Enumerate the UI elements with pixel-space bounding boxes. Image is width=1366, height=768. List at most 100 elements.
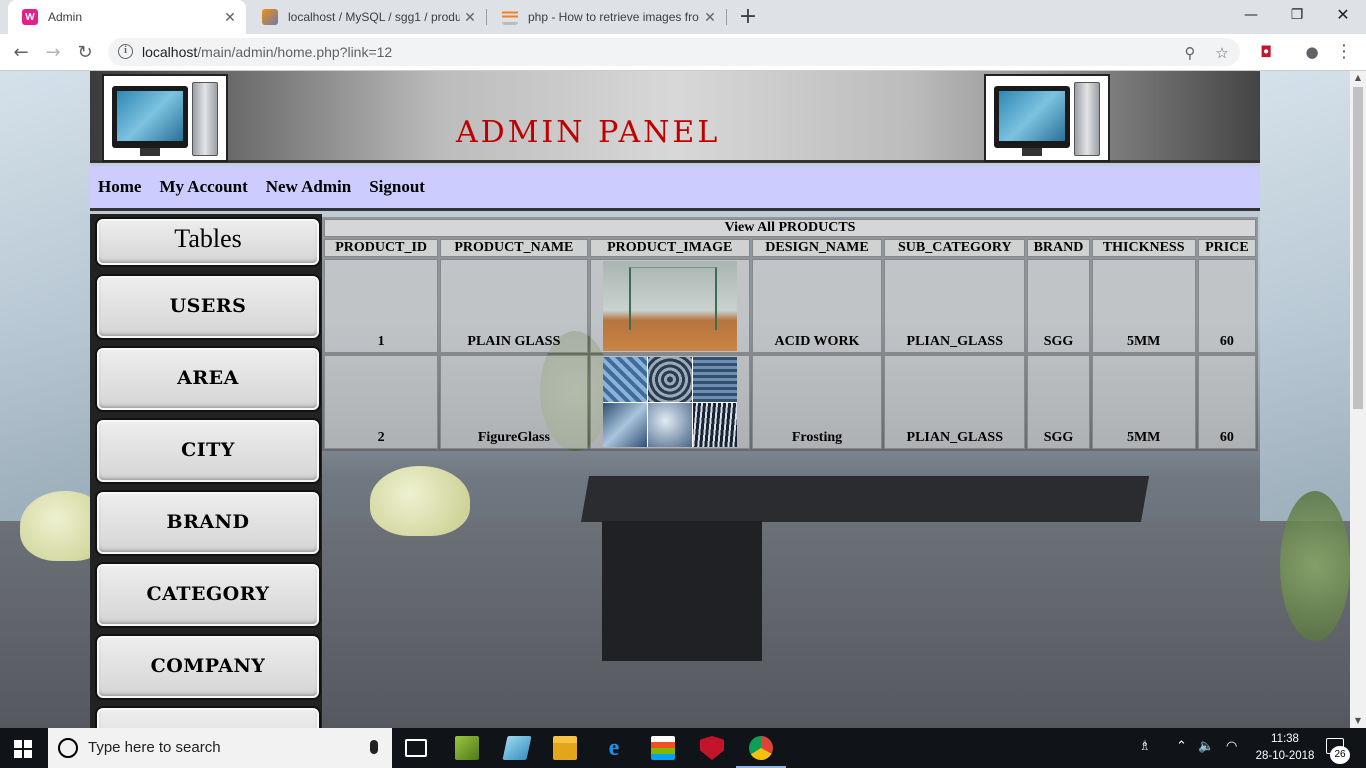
sidebar: Tables USERS AREA CITY BRAND CATEGORY CO… <box>90 214 322 728</box>
nav-my-account-link[interactable]: My Account <box>159 177 247 197</box>
cortana-icon <box>58 738 78 758</box>
tab-admin[interactable]: W Admin ✕ <box>8 0 246 34</box>
clock-date: 28-10-2018 <box>1255 750 1315 762</box>
notepadpp-icon[interactable] <box>455 736 479 760</box>
page-scrollbar[interactable]: ▲ ▼ <box>1350 71 1366 728</box>
nav-signout-link[interactable]: Signout <box>369 177 425 197</box>
scroll-up-arrow-icon[interactable]: ▲ <box>1350 71 1366 85</box>
nav-home-link[interactable]: Home <box>98 177 141 197</box>
column-header: DESIGN_NAME <box>751 239 883 257</box>
system-clock[interactable]: 11:38 28-10-2018 <box>1252 731 1318 765</box>
taskbar-search[interactable]: Type here to search <box>48 728 392 768</box>
column-header: SUB_CATEGORY <box>884 239 1026 257</box>
background-desk-cabinet <box>602 521 762 661</box>
computer-logo-icon <box>102 74 228 162</box>
tab-title: Admin <box>48 10 83 24</box>
column-header: THICKNESS <box>1091 239 1196 257</box>
close-window-button[interactable]: ✕ <box>1320 0 1366 30</box>
task-view-icon[interactable] <box>405 739 427 757</box>
plain-glass-image <box>602 261 737 351</box>
tray-chevron-icon[interactable]: ⌃ <box>1176 738 1187 754</box>
page-viewport: ADMIN PANEL Home My Account New Admin Si… <box>0 71 1350 728</box>
scroll-down-arrow-icon[interactable]: ▼ <box>1350 714 1366 728</box>
background-window <box>0 71 90 531</box>
tab-title: localhost / MySQL / sgg1 / produ <box>288 10 460 24</box>
site-info-icon[interactable]: i <box>118 44 133 59</box>
wamp-favicon-icon: W <box>22 9 38 25</box>
tab-title: php - How to retrieve images fro <box>528 10 699 24</box>
sidebar-item-category[interactable]: CATEGORY <box>95 562 321 628</box>
address-url[interactable]: localhost/main/admin/home.php?link=12 <box>142 44 392 60</box>
cell-thickness: 5MM <box>1091 355 1196 449</box>
column-header: PRODUCT_NAME <box>440 239 588 257</box>
microphone-icon[interactable] <box>370 740 378 754</box>
tab-close-icon[interactable]: ✕ <box>460 9 480 26</box>
sidebar-item-area[interactable]: AREA <box>95 346 321 412</box>
chrome-icon[interactable] <box>736 736 786 768</box>
nav-new-admin-link[interactable]: New Admin <box>266 177 351 197</box>
column-header: PRICE <box>1197 239 1256 257</box>
bookmark-star-icon[interactable]: ☆ <box>1212 43 1232 63</box>
table-row: 2 FigureGlass Frosting PLIAN_GLASS SGG 5… <box>324 355 1256 449</box>
cell-thickness: 5MM <box>1091 259 1196 353</box>
background-chair <box>370 466 470 536</box>
url-host: localhost <box>142 44 198 60</box>
cell-sub-category: PLIAN_GLASS <box>884 355 1026 449</box>
sidebar-item-users[interactable]: USERS <box>95 274 321 340</box>
menu-icon[interactable]: ⋮ <box>1334 42 1354 62</box>
notification-count-badge: 26 <box>1330 746 1350 764</box>
maximize-button[interactable]: ❐ <box>1274 0 1320 30</box>
tab-phpmyadmin[interactable]: localhost / MySQL / sgg1 / produ ✕ <box>248 0 486 34</box>
tab-close-icon[interactable]: ✕ <box>700 9 720 26</box>
minimize-button[interactable]: — <box>1228 0 1274 30</box>
clock-time: 11:38 <box>1271 733 1299 745</box>
wifi-icon[interactable]: ◠ <box>1226 738 1237 754</box>
browser-tabstrip: W Admin ✕ localhost / MySQL / sgg1 / pro… <box>0 0 1366 34</box>
computer-logo-icon <box>984 74 1110 162</box>
edge-browser-icon[interactable]: e <box>602 736 626 760</box>
tab-stackoverflow[interactable]: php - How to retrieve images fro ✕ <box>488 0 726 34</box>
cell-design-name: ACID WORK <box>751 259 883 353</box>
search-placeholder: Type here to search <box>88 739 221 756</box>
reload-button[interactable]: ↻ <box>72 40 98 66</box>
sidebar-item-more[interactable] <box>95 706 321 728</box>
volume-icon[interactable]: 🔈 <box>1198 738 1214 754</box>
column-header: BRAND <box>1027 239 1090 257</box>
admin-header: ADMIN PANEL <box>90 71 1260 163</box>
table-caption: View All PRODUCTS <box>324 219 1256 237</box>
sidebar-heading: Tables <box>95 217 321 267</box>
url-path: /main/admin/home.php?link=12 <box>197 44 393 60</box>
cell-brand: SGG <box>1027 259 1090 353</box>
cell-product-name: FigureGlass <box>440 355 588 449</box>
windows-taskbar: Type here to search e ♗ ⌃ 🔈 ◠ 11:38 28-1… <box>0 728 1366 768</box>
forward-button[interactable]: → <box>40 40 66 66</box>
store-icon[interactable] <box>651 736 675 760</box>
cell-design-name: Frosting <box>751 355 883 449</box>
tab-separator <box>486 9 487 25</box>
browser-toolbar: ← → ↻ i localhost/main/admin/home.php?li… <box>0 34 1366 71</box>
sidebar-item-company[interactable]: COMPANY <box>95 634 321 700</box>
back-button[interactable]: ← <box>8 40 34 66</box>
cell-sub-category: PLIAN_GLASS <box>884 259 1026 353</box>
table-header-row: PRODUCT_ID PRODUCT_NAME PRODUCT_IMAGE DE… <box>324 239 1256 257</box>
cell-price: 60 <box>1197 259 1256 353</box>
address-bar[interactable]: i localhost/main/admin/home.php?link=12 … <box>108 38 1240 66</box>
zoom-icon[interactable]: ⚲ <box>1180 43 1200 63</box>
cell-product-name: PLAIN GLASS <box>440 259 588 353</box>
mcafee-icon[interactable] <box>700 736 724 760</box>
sidebar-item-brand[interactable]: BRAND <box>95 490 321 556</box>
scrollbar-thumb[interactable] <box>1353 87 1363 409</box>
column-header: PRODUCT_IMAGE <box>589 239 750 257</box>
app-icon[interactable] <box>502 736 532 760</box>
people-icon[interactable]: ♗ <box>1139 738 1151 754</box>
extension-icon[interactable]: ◘ <box>1256 42 1276 62</box>
column-header: PRODUCT_ID <box>324 239 439 257</box>
sidebar-item-city[interactable]: CITY <box>95 418 321 484</box>
new-tab-button[interactable]: + <box>736 4 760 30</box>
tab-separator <box>726 9 727 25</box>
profile-icon[interactable]: ● <box>1302 42 1322 62</box>
file-explorer-icon[interactable] <box>553 736 577 760</box>
page-title: ADMIN PANEL <box>456 115 721 150</box>
tab-close-icon[interactable]: ✕ <box>220 9 240 26</box>
windows-start-icon[interactable] <box>14 740 32 758</box>
